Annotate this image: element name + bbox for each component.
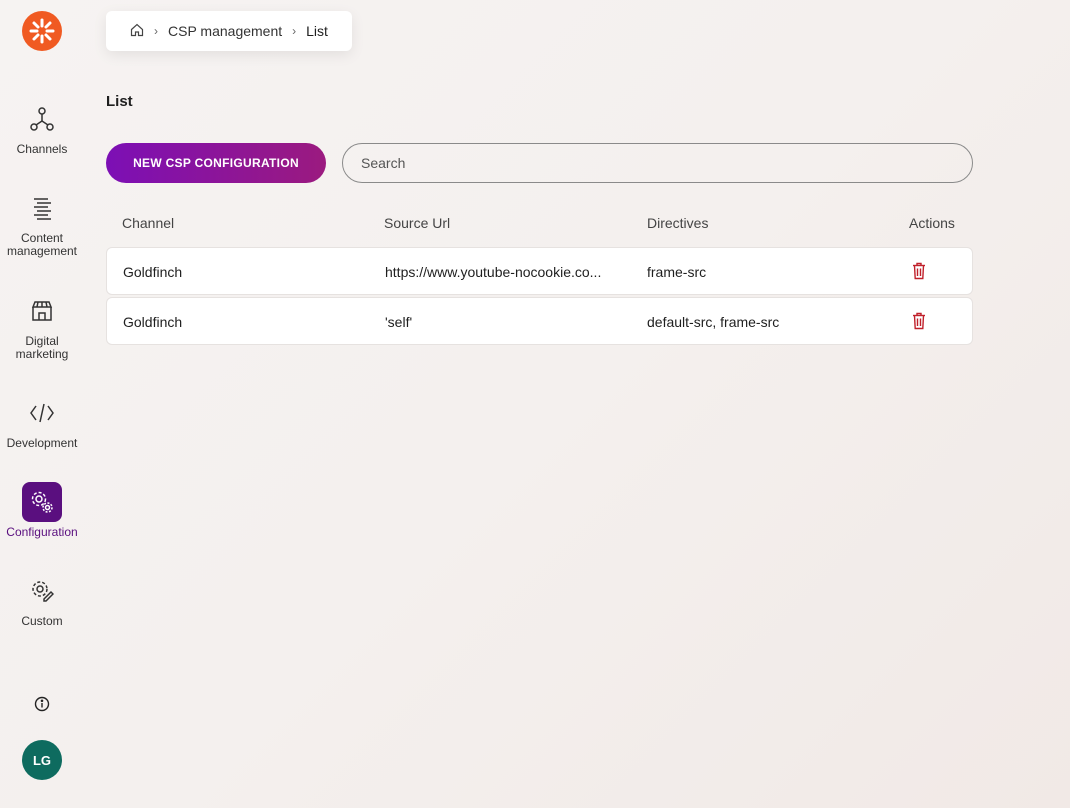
trash-icon[interactable]	[912, 312, 930, 332]
home-icon[interactable]	[130, 23, 144, 40]
page-title: List	[106, 93, 133, 110]
channels-icon	[22, 99, 62, 139]
custom-gear-icon	[22, 571, 62, 611]
breadcrumb-current: List	[306, 23, 328, 39]
chevron-right-icon: ›	[154, 24, 158, 38]
user-avatar[interactable]: LG	[22, 740, 62, 780]
column-header-directives: Directives	[647, 215, 709, 231]
cell-directives: default-src, frame-src	[647, 314, 780, 330]
column-header-actions: Actions	[909, 215, 955, 231]
chevron-right-icon: ›	[292, 24, 297, 38]
storefront-icon	[22, 291, 62, 331]
code-icon	[22, 393, 62, 433]
sidebar-item-label: Custom	[21, 614, 63, 628]
kentico-logo[interactable]	[22, 11, 62, 51]
sidebar: Channels Content management Digital mark…	[0, 0, 84, 808]
sidebar-item-content-management[interactable]: Content management	[0, 188, 84, 258]
sidebar-item-development[interactable]: Development	[0, 393, 84, 450]
content-management-icon	[22, 188, 62, 228]
cell-source-url: https://www.youtube-nocookie.co...	[385, 264, 602, 280]
table-row[interactable]: Goldfinch 'self' default-src, frame-src	[106, 297, 973, 345]
cell-channel: Goldfinch	[123, 314, 183, 330]
new-csp-configuration-button[interactable]: NEW CSP CONFIGURATION	[106, 143, 326, 183]
search-input[interactable]	[342, 143, 973, 183]
sidebar-item-label: Channels	[16, 142, 68, 156]
cell-channel: Goldfinch	[123, 264, 183, 280]
sidebar-item-label: Development	[6, 436, 78, 450]
trash-icon[interactable]	[912, 262, 930, 282]
column-header-channel: Channel	[122, 215, 175, 231]
gears-icon	[22, 482, 62, 522]
sidebar-item-configuration[interactable]: Configuration	[0, 482, 84, 539]
sidebar-item-channels[interactable]: Channels	[0, 99, 84, 156]
breadcrumb-csp-management[interactable]: CSP management	[168, 23, 282, 39]
column-header-source-url: Source Url	[384, 215, 451, 231]
sidebar-item-digital-marketing[interactable]: Digital marketing	[0, 291, 84, 361]
info-icon[interactable]	[32, 694, 52, 714]
cell-directives: frame-src	[647, 264, 707, 280]
breadcrumb: › CSP management › List	[106, 11, 352, 51]
logo-icon	[29, 18, 55, 44]
cell-source-url: 'self'	[385, 314, 413, 330]
sidebar-item-label: Digital marketing	[15, 334, 69, 361]
sidebar-item-label: Content management	[6, 231, 78, 258]
table-row[interactable]: Goldfinch https://www.youtube-nocookie.c…	[106, 247, 973, 295]
sidebar-item-custom[interactable]: Custom	[0, 571, 84, 628]
sidebar-item-label: Configuration	[6, 525, 78, 539]
